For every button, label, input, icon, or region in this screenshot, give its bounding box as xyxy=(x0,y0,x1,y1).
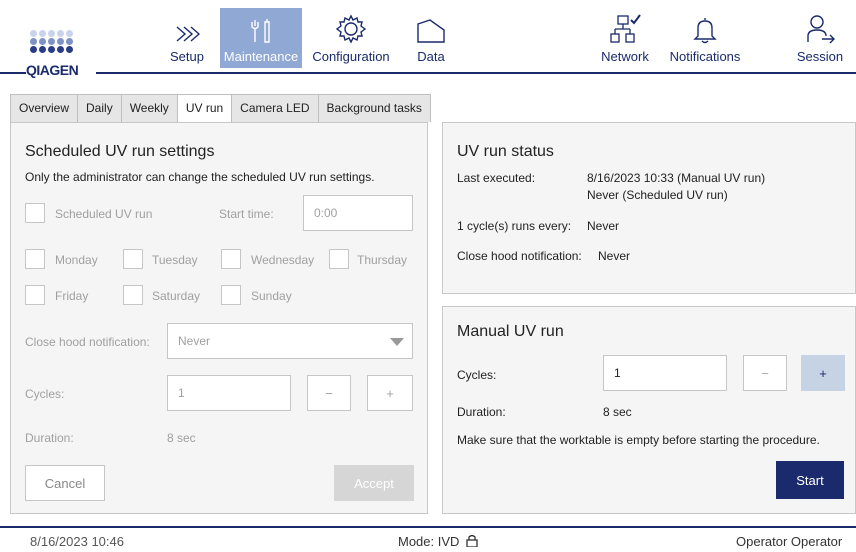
top-bar: QIAGEN Setup Maintenance Configuration D… xyxy=(0,0,856,78)
lock-icon xyxy=(466,534,478,547)
nav-setup-label: Setup xyxy=(170,49,204,64)
status-close-hood-value: Never xyxy=(598,249,631,263)
cycles-decrement-button[interactable]: − xyxy=(307,375,351,411)
footer-datetime: 8/16/2023 10:46 xyxy=(30,534,124,549)
monday-checkbox[interactable] xyxy=(25,249,45,269)
nav-session-label: Session xyxy=(796,49,844,64)
session-user-icon xyxy=(807,15,835,44)
tab-weekly[interactable]: Weekly xyxy=(120,94,178,122)
admin-note: Only the administrator can change the sc… xyxy=(25,170,375,184)
status-close-hood-label: Close hood notification: xyxy=(457,249,582,263)
manual-cycles-label: Cycles: xyxy=(457,368,497,382)
manual-duration-value: 8 sec xyxy=(603,405,632,419)
start-button[interactable]: Start xyxy=(776,461,844,499)
nav-data[interactable]: Data xyxy=(406,8,456,68)
nav-notifications[interactable]: Notifications xyxy=(662,8,748,68)
tab-uv-run[interactable]: UV run xyxy=(176,94,233,123)
logo-dots-icon xyxy=(30,30,80,60)
sunday-checkbox[interactable] xyxy=(221,285,241,305)
maintenance-tabs: Overview Daily Weekly UV run Camera LED … xyxy=(10,94,431,123)
manual-uv-run-panel: Manual UV run Cycles: 1 − + Duration: 8 … xyxy=(442,306,856,514)
manual-cycles-increment-button[interactable]: + xyxy=(801,355,845,391)
friday-label: Friday xyxy=(55,289,89,303)
footer-mode: Mode: IVD xyxy=(398,534,460,549)
cycle-runs-label: 1 cycle(s) runs every: xyxy=(457,219,572,233)
wednesday-checkbox[interactable] xyxy=(221,249,241,269)
close-hood-select[interactable]: Never xyxy=(167,323,413,359)
network-icon xyxy=(610,14,641,43)
thursday-checkbox[interactable] xyxy=(329,249,349,269)
cycles-input[interactable]: 1 xyxy=(167,375,291,411)
start-time-label: Start time: xyxy=(219,207,274,221)
last-executed-manual: 8/16/2023 10:33 (Manual UV run) xyxy=(587,171,766,185)
nav-data-label: Data xyxy=(417,49,445,64)
gear-icon xyxy=(336,14,366,44)
footer-user: Operator Operator xyxy=(736,534,843,549)
accept-button[interactable]: Accept xyxy=(334,465,414,501)
last-executed-label: Last executed: xyxy=(457,171,536,185)
nav-configuration-label: Configuration xyxy=(312,49,390,64)
monday-label: Monday xyxy=(55,253,98,267)
scheduled-uv-run-panel: Scheduled UV run settings Only the admin… xyxy=(10,122,428,514)
friday-checkbox[interactable] xyxy=(25,285,45,305)
manual-duration-label: Duration: xyxy=(457,405,506,419)
nav-configuration[interactable]: Configuration xyxy=(304,8,398,68)
nav-session[interactable]: Session xyxy=(790,8,850,68)
chevrons-right-icon xyxy=(176,26,200,42)
tab-background-tasks[interactable]: Background tasks xyxy=(317,94,431,122)
scheduled-uv-run-label: Scheduled UV run xyxy=(55,207,153,221)
uv-run-status-panel: UV run status Last executed: 8/16/2023 1… xyxy=(442,122,856,294)
sunday-label: Sunday xyxy=(251,289,292,303)
tools-icon xyxy=(251,19,270,43)
worktable-note: Make sure that the worktable is empty be… xyxy=(457,433,820,447)
cycle-runs-value: Never xyxy=(587,219,620,233)
start-time-input[interactable]: 0:00 xyxy=(303,195,413,231)
tuesday-checkbox[interactable] xyxy=(123,249,143,269)
thursday-label: Thursday xyxy=(357,253,408,267)
saturday-checkbox[interactable] xyxy=(123,285,143,305)
manual-panel-title: Manual UV run xyxy=(457,323,564,340)
last-executed-scheduled: Never (Scheduled UV run) xyxy=(587,188,728,202)
logo-text: QIAGEN xyxy=(26,62,79,78)
nav-notifications-label: Notifications xyxy=(669,49,741,64)
manual-cycles-decrement-button[interactable]: − xyxy=(743,355,787,391)
tuesday-label: Tuesday xyxy=(152,253,198,267)
nav-maintenance[interactable]: Maintenance xyxy=(220,8,302,68)
saturday-label: Saturday xyxy=(152,289,201,303)
scheduled-uv-run-checkbox[interactable] xyxy=(25,203,45,223)
folder-icon xyxy=(417,19,445,43)
nav-network[interactable]: Network xyxy=(594,8,656,68)
manual-cycles-input[interactable]: 1 xyxy=(603,355,727,391)
bell-icon xyxy=(693,18,717,44)
nav-network-label: Network xyxy=(601,49,649,64)
header-rule-right xyxy=(96,72,856,74)
nav-maintenance-label: Maintenance xyxy=(223,49,299,64)
duration-value: 8 sec xyxy=(167,431,196,445)
tab-daily[interactable]: Daily xyxy=(77,94,122,122)
scheduled-panel-title: Scheduled UV run settings xyxy=(25,143,215,160)
close-hood-select-value: Never xyxy=(178,334,211,348)
wednesday-label: Wednesday xyxy=(251,253,315,267)
status-panel-title: UV run status xyxy=(457,143,554,160)
duration-label: Duration: xyxy=(25,431,74,445)
tab-overview[interactable]: Overview xyxy=(10,94,79,122)
status-bar: 8/16/2023 10:46 Mode: IVD Operator Opera… xyxy=(0,526,856,552)
close-hood-label: Close hood notification: xyxy=(25,335,150,349)
cancel-button[interactable]: Cancel xyxy=(25,465,105,501)
nav-setup[interactable]: Setup xyxy=(156,8,218,68)
qiagen-logo: QIAGEN xyxy=(20,12,112,78)
tab-camera-led[interactable]: Camera LED xyxy=(231,94,319,122)
header-rule-left xyxy=(0,72,26,74)
cycles-label: Cycles: xyxy=(25,387,65,401)
cycles-increment-button[interactable]: + xyxy=(367,375,413,411)
dropdown-arrow-icon xyxy=(390,338,404,346)
